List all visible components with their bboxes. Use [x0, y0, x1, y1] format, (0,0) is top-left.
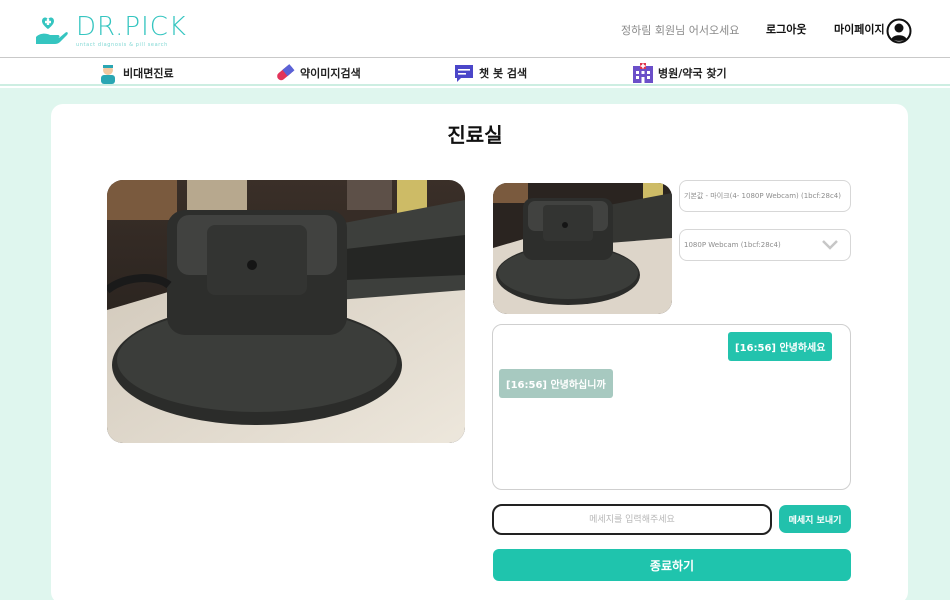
nav-label: 챗 봇 검색	[479, 67, 528, 80]
microphone-select-value: 기본값 - 마이크(4- 1080P Webcam) (1bcf:28c4)	[684, 192, 841, 200]
camera-select[interactable]: 1080P Webcam (1bcf:28c4)	[679, 229, 851, 261]
remote-video-frame	[107, 180, 465, 443]
nav-item-chatbot[interactable]: 챗 봇 검색	[453, 61, 527, 85]
doctor-icon	[101, 65, 115, 84]
user-icon[interactable]	[886, 18, 912, 44]
chevron-down-icon	[822, 240, 838, 250]
header: DR.PICK untact diagnosis & pill search 정…	[0, 0, 950, 58]
nav-item-hospital-finder[interactable]: 병원/약국 찾기	[632, 61, 727, 85]
chat-message-received: [16:56] 안녕하십니까	[499, 369, 613, 398]
camera-select-value: 1080P Webcam (1bcf:28c4)	[684, 241, 781, 249]
logout-link[interactable]: 로그아웃	[766, 21, 806, 37]
pill-icon	[277, 64, 295, 81]
mypage-link[interactable]: 마이페이지	[834, 21, 885, 37]
send-message-button[interactable]: 메세지 보내기	[779, 505, 851, 533]
nav-item-pill-search[interactable]: 약이미지검색	[274, 61, 361, 85]
nav-label: 약이미지검색	[300, 67, 361, 80]
nav-label: 병원/약국 찾기	[658, 67, 727, 80]
chat-message-sent: [16:56] 안녕하세요	[728, 332, 833, 361]
remote-video	[107, 180, 465, 443]
main-nav: 비대면진료 약이미지검색 챗 봇 검색 병원/약국 찾기	[0, 59, 950, 86]
page-title: 진료실	[447, 123, 503, 147]
hand-heart-icon	[36, 17, 68, 44]
hospital-icon	[633, 63, 653, 83]
chat-icon	[455, 65, 473, 82]
greeting-text: 정하림 회원님 어서오세요	[621, 24, 740, 37]
logo-title: DR.PICK	[76, 11, 187, 42]
nav-item-telemedicine[interactable]: 비대면진료	[97, 61, 174, 85]
self-video-frame	[493, 183, 672, 314]
microphone-select[interactable]: 기본값 - 마이크(4- 1080P Webcam) (1bcf:28c4)	[679, 180, 851, 212]
logo[interactable]: DR.PICK untact diagnosis & pill search	[32, 10, 187, 50]
message-input[interactable]	[492, 504, 772, 535]
nav-label: 비대면진료	[123, 67, 174, 80]
logo-subtitle: untact diagnosis & pill search	[76, 41, 168, 48]
self-video	[493, 183, 672, 314]
end-consultation-button[interactable]: 종료하기	[493, 549, 851, 581]
